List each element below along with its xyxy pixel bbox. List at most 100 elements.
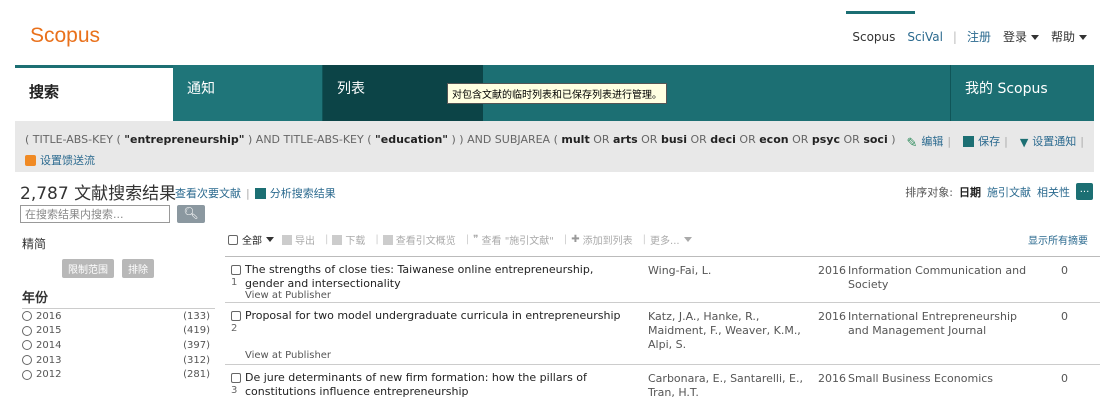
- divider: |: [246, 186, 250, 200]
- result-row: De jure determinants of new firm formati…: [225, 365, 1100, 407]
- results-list: The strengths of close ties: Taiwanese o…: [225, 256, 1100, 407]
- year-checkbox[interactable]: [22, 355, 32, 366]
- view-at-publisher-link[interactable]: View at Publisher: [245, 350, 331, 361]
- add-to-list-label: 添加到列表: [582, 236, 633, 247]
- cited-by-button[interactable]: ❞ 查看 "施引文献": [473, 232, 554, 247]
- year-checkbox[interactable]: [22, 369, 32, 380]
- year-facet-item[interactable]: 2012 (281): [22, 367, 210, 382]
- year-value: 2016: [36, 310, 62, 322]
- help-label: 帮助: [1050, 30, 1075, 44]
- show-all-abstracts-link[interactable]: 显示所有摘要: [1028, 232, 1098, 247]
- divider: |: [1004, 134, 1008, 148]
- query-term: busi: [660, 133, 687, 146]
- chart-icon: [382, 234, 393, 245]
- year-value: 2012: [36, 369, 62, 381]
- document-year: 2016: [818, 310, 846, 323]
- citation-overview-button[interactable]: 查看引文概览: [382, 232, 456, 247]
- document-cited-count[interactable]: 0: [1061, 372, 1068, 385]
- year-facet-heading[interactable]: 年份: [22, 287, 215, 309]
- rss-feed-link[interactable]: 设置馈送流: [25, 152, 95, 168]
- more-options-button[interactable]: ...: [1076, 183, 1093, 200]
- chevron-down-icon: [266, 237, 274, 242]
- tab-alerts[interactable]: 通知: [173, 65, 323, 121]
- year-value: 2015: [36, 325, 62, 337]
- divider: |: [465, 234, 470, 245]
- select-all-label: 全部: [242, 236, 262, 247]
- document-title[interactable]: Proposal for two model undergraduate cur…: [231, 309, 631, 323]
- more-dropdown[interactable]: 更多...: [650, 232, 692, 247]
- add-to-list-button[interactable]: ✚ 添加到列表: [571, 232, 632, 247]
- sort-bar: 排序对象: 日期 施引文献 相关性 ...: [905, 183, 1093, 200]
- document-source[interactable]: Information Communication and Society: [848, 264, 1033, 292]
- document-year: 2016: [818, 372, 846, 385]
- divider: |: [947, 134, 952, 148]
- sort-cited-by[interactable]: 施引文献: [987, 184, 1031, 200]
- document-title-text[interactable]: Proposal for two model undergraduate cur…: [245, 309, 621, 323]
- year-facet-item[interactable]: 2014 (397): [22, 338, 210, 353]
- bar-chart-icon: [254, 187, 266, 199]
- scopus-logo[interactable]: Scopus: [30, 24, 100, 48]
- year-facet-list: 2016 (133) 2015 (419) 2014 (397) 2013 (312) 2012…: [22, 309, 210, 382]
- year-facet-item[interactable]: 2016 (133): [22, 309, 210, 324]
- document-title[interactable]: De jure determinants of new firm formati…: [231, 371, 631, 399]
- result-checkbox[interactable]: [231, 373, 241, 383]
- sort-relevance[interactable]: 相关性: [1037, 184, 1070, 200]
- result-checkbox[interactable]: [231, 311, 241, 321]
- search-query-band: ( TITLE-ABS-KEY ( "entrepreneurship" ) A…: [15, 121, 1094, 172]
- year-facet-item[interactable]: 2015 (419): [22, 324, 210, 339]
- year-label-group: 2014: [22, 340, 61, 351]
- query-operator: ): [887, 133, 896, 146]
- limit-to-button[interactable]: 限制范围: [62, 259, 114, 278]
- document-cited-count[interactable]: 0: [1061, 310, 1068, 323]
- analyze-results-link[interactable]: 分析搜索结果: [270, 185, 336, 201]
- divider: |: [563, 234, 568, 245]
- query-operator: OR: [788, 133, 812, 146]
- export-button[interactable]: 导出: [282, 232, 315, 247]
- year-checkbox[interactable]: [22, 325, 32, 336]
- download-button[interactable]: 下载: [332, 232, 365, 247]
- document-title-text[interactable]: De jure determinants of new firm formati…: [245, 371, 631, 399]
- document-authors[interactable]: Carbonara, E., Santarelli, E., Tran, H.T…: [648, 372, 808, 400]
- nav-scopus[interactable]: Scopus: [846, 10, 916, 44]
- set-alert-link[interactable]: 设置通知: [1032, 133, 1076, 149]
- document-year: 2016: [818, 264, 846, 277]
- year-value: 2013: [36, 354, 62, 366]
- edit-query-link[interactable]: 编辑: [921, 133, 943, 149]
- year-checkbox[interactable]: [22, 340, 32, 351]
- document-authors[interactable]: Wing-Fai, L.: [648, 264, 808, 278]
- select-all-checkbox[interactable]: [228, 234, 238, 245]
- register-link[interactable]: 注册: [961, 28, 997, 45]
- result-row: The strengths of close ties: Taiwanese o…: [225, 257, 1100, 303]
- document-source[interactable]: International Entrepreneurship and Manag…: [848, 310, 1033, 338]
- chevron-down-icon: [1030, 35, 1039, 40]
- tab-my-scopus[interactable]: 我的 Scopus: [950, 65, 1094, 121]
- year-facet-item[interactable]: 2013 (312): [22, 353, 210, 368]
- save-query-link[interactable]: 保存: [978, 133, 1000, 149]
- query-term: mult: [561, 133, 590, 146]
- exclude-button[interactable]: 排除: [122, 259, 154, 278]
- year-label-group: 2015: [22, 325, 61, 336]
- nav-scival[interactable]: SciVal: [901, 30, 949, 44]
- year-label-group: 2012: [22, 369, 61, 380]
- document-authors[interactable]: Katz, J.A., Hanke, R., Maidment, F., Wea…: [648, 310, 808, 352]
- view-at-publisher-link[interactable]: View at Publisher: [245, 290, 331, 301]
- year-checkbox[interactable]: [22, 311, 32, 322]
- query-operator: ) ) AND SUBJAREA (: [448, 133, 562, 146]
- more-label: 更多...: [650, 236, 680, 247]
- result-checkbox[interactable]: [231, 265, 241, 275]
- document-title-text[interactable]: The strengths of close ties: Taiwanese o…: [245, 263, 631, 291]
- sort-date[interactable]: 日期: [959, 184, 981, 200]
- tab-search[interactable]: 搜索: [15, 68, 173, 121]
- result-number: 3: [231, 385, 238, 396]
- document-source[interactable]: Small Business Economics: [848, 372, 1033, 386]
- secondary-documents-link[interactable]: 查看次要文献: [175, 185, 241, 201]
- select-all-dropdown[interactable]: 全部: [228, 232, 274, 247]
- login-menu[interactable]: 登录: [997, 28, 1045, 45]
- document-title[interactable]: The strengths of close ties: Taiwanese o…: [231, 263, 631, 291]
- document-cited-count[interactable]: 0: [1061, 264, 1068, 277]
- help-menu[interactable]: 帮助: [1045, 28, 1093, 45]
- search-within-button[interactable]: 🔍︎: [177, 205, 205, 223]
- query-operator: ) AND TITLE-ABS-KEY (: [244, 133, 376, 146]
- search-within-input[interactable]: [20, 205, 170, 223]
- save-icon: [963, 135, 975, 147]
